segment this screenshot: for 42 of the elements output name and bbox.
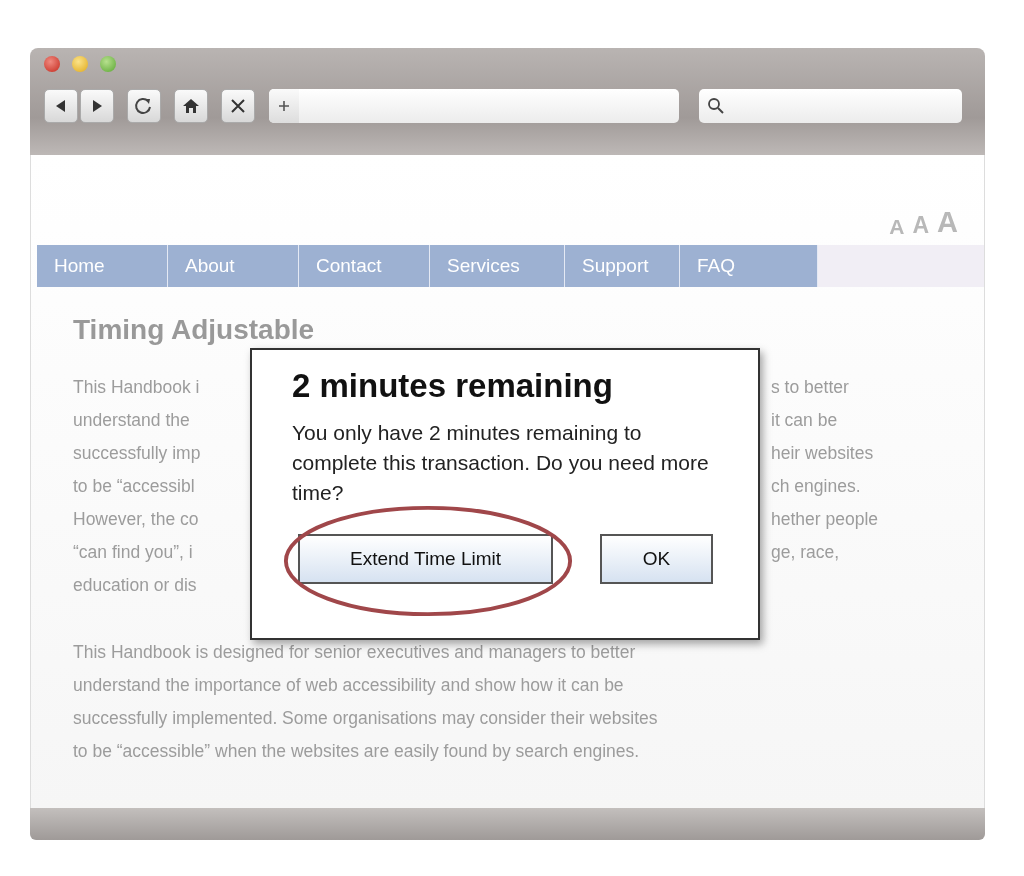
house-icon (182, 97, 200, 115)
body-text: s to better (771, 376, 849, 399)
body-text: However, the co (73, 508, 199, 531)
plus-icon (277, 99, 291, 113)
body-text: “can find you”, i (73, 541, 193, 564)
address-field[interactable] (269, 89, 679, 123)
back-button[interactable] (44, 89, 78, 123)
body-text: understand the (73, 409, 190, 432)
body-text: This Handbook i (73, 376, 200, 399)
nav-link[interactable]: FAQ (680, 245, 818, 287)
stop-button[interactable] (221, 89, 255, 123)
dialog-button[interactable]: OK (600, 534, 713, 584)
font-size-button[interactable]: A (889, 215, 905, 239)
body-text: ge, race, (771, 541, 840, 564)
nav-link[interactable]: Support (565, 245, 680, 287)
dialog-button[interactable]: Extend Time Limit (298, 534, 553, 584)
dialog-message: You only have 2 minutes remaining to complete this transaction. Do you need more time? (292, 420, 710, 506)
search-field[interactable] (699, 89, 962, 123)
body-text: education or dis (73, 574, 197, 597)
dialog-title: 2 minutes remaining (292, 366, 614, 406)
body-text: to be “accessibl (73, 475, 195, 498)
body-text: it can be (771, 409, 838, 432)
search-icon (707, 97, 725, 115)
body-text: ch engines. (771, 475, 861, 498)
reload-button[interactable] (127, 89, 161, 123)
body-text: heir websites (771, 442, 874, 465)
body-text: successfully imp (73, 442, 201, 465)
nav-link[interactable]: Services (430, 245, 565, 287)
nav-link[interactable]: About (168, 245, 299, 287)
close-window-icon[interactable] (44, 56, 60, 72)
nav-link[interactable]: Home (37, 245, 168, 287)
body-paragraph: This Handbook is designed for senior executives and managers to better understand the importance of web accessibility and show how it can be successfully implemented. Some organisations may consider their websites to be “accessible” when the websites are easily found by search engines. (73, 641, 658, 763)
close-icon (229, 97, 247, 115)
new-tab-button[interactable] (269, 89, 299, 123)
body-text: hether people (771, 508, 879, 531)
nav-link[interactable]: Contact (299, 245, 430, 287)
home-button[interactable] (174, 89, 208, 123)
font-size-button[interactable]: A (912, 212, 930, 239)
reload-icon (134, 96, 154, 116)
font-size-button[interactable]: A (937, 206, 958, 239)
page-heading: Timing Adjustable (73, 313, 316, 347)
forward-button[interactable] (80, 89, 114, 123)
